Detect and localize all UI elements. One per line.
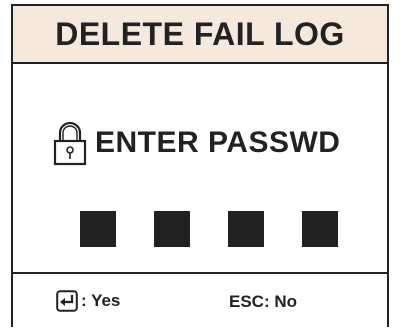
cancel-label: ESC: No xyxy=(229,292,297,311)
confirm-label: : Yes xyxy=(81,291,121,310)
password-field[interactable] xyxy=(80,211,338,247)
password-prompt: ENTER PASSWD xyxy=(53,118,340,168)
confirm-hint[interactable]: : Yes xyxy=(56,290,120,312)
prompt-text: ENTER PASSWD xyxy=(95,126,341,159)
password-digit-2 xyxy=(154,211,190,247)
enter-key-icon xyxy=(56,290,78,312)
delete-fail-log-dialog: DELETE FAIL LOG ENTER PASSWD : Yes ESC: … xyxy=(11,4,389,327)
password-digit-1 xyxy=(80,211,116,247)
cancel-hint[interactable]: ESC: No xyxy=(229,292,297,312)
dialog-header: DELETE FAIL LOG xyxy=(13,6,387,64)
dialog-footer: : Yes ESC: No xyxy=(13,272,387,329)
password-digit-4 xyxy=(302,211,338,247)
dialog-title: DELETE FAIL LOG xyxy=(55,15,345,52)
lock-icon xyxy=(53,121,87,166)
password-digit-3 xyxy=(228,211,264,247)
